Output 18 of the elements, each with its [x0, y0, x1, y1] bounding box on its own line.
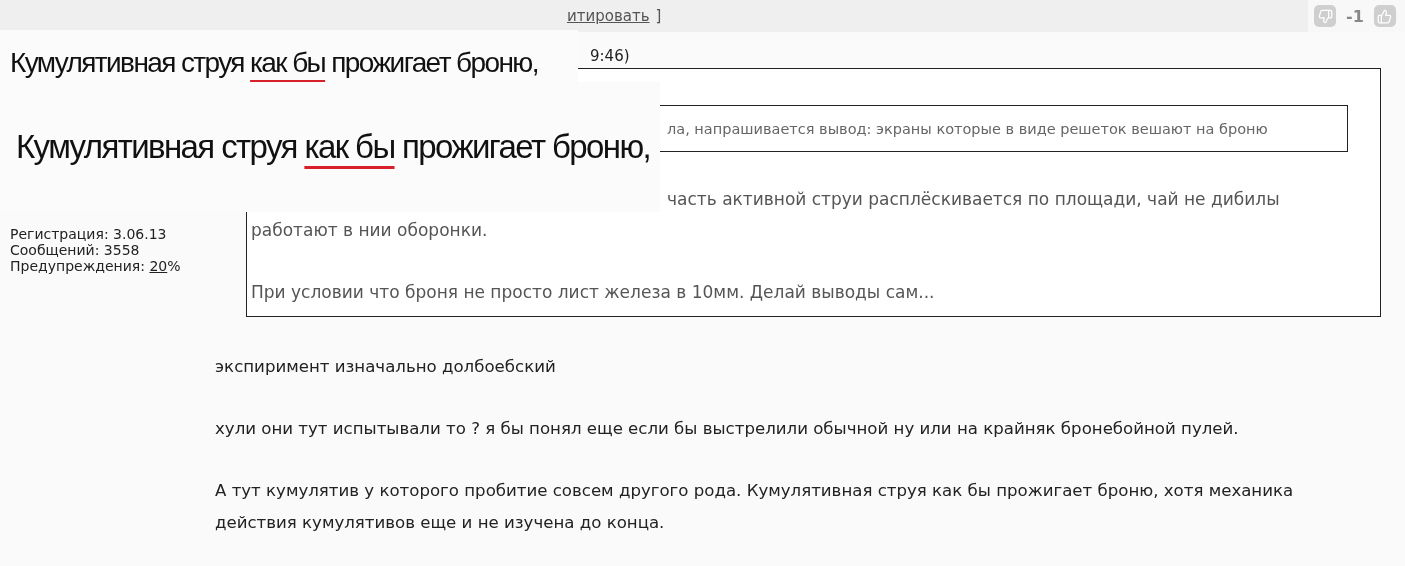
thumbs-down-icon[interactable]: [1314, 5, 1336, 27]
user-info-line: Предупреждения: 20%: [10, 258, 182, 274]
nested-quote-text: ла, напрашивается вывод: экраны которые в виде решеток вешают на броню: [667, 120, 1268, 137]
post-text: А тут кумулятив у которого пробитие совсем другого рода. Кумулятивная струя как бы прожигает броню, хотя механика действия кумулятивов еще и не изучена до конца.: [215, 480, 1295, 534]
quote-text: При условии что броня не просто лист железа в 10мм. Делай выводы сам...: [250, 281, 936, 304]
user-info-line: Сообщений: 3558: [10, 242, 141, 258]
snippet-text: Кумулятивная струя как бы прожигает броню,: [16, 128, 651, 166]
user-info-line: Регистрация: 3.06.13: [10, 226, 168, 242]
quote-text: часть активной струи расплёскивается по площади, чай не дибилы: [666, 188, 1281, 211]
bracket-text: ]: [655, 7, 662, 25]
vote-score: -1: [1346, 6, 1364, 26]
post-text: хули они тут испытывали то ? я бы понял еще если бы выстрелили обычной ну или на крайняк бронебойной пулей.: [215, 418, 1240, 440]
quote-text: работают в нии оборонки.: [250, 219, 489, 242]
post-text: экспиримент изначально долбоебский: [215, 356, 557, 378]
thumbs-up-icon[interactable]: [1373, 5, 1396, 27]
post-date: 9:46): [590, 47, 630, 65]
snippet-text: Кумулятивная струя как бы прожигает броню,: [10, 47, 538, 79]
quote-link[interactable]: итировать: [567, 7, 650, 25]
